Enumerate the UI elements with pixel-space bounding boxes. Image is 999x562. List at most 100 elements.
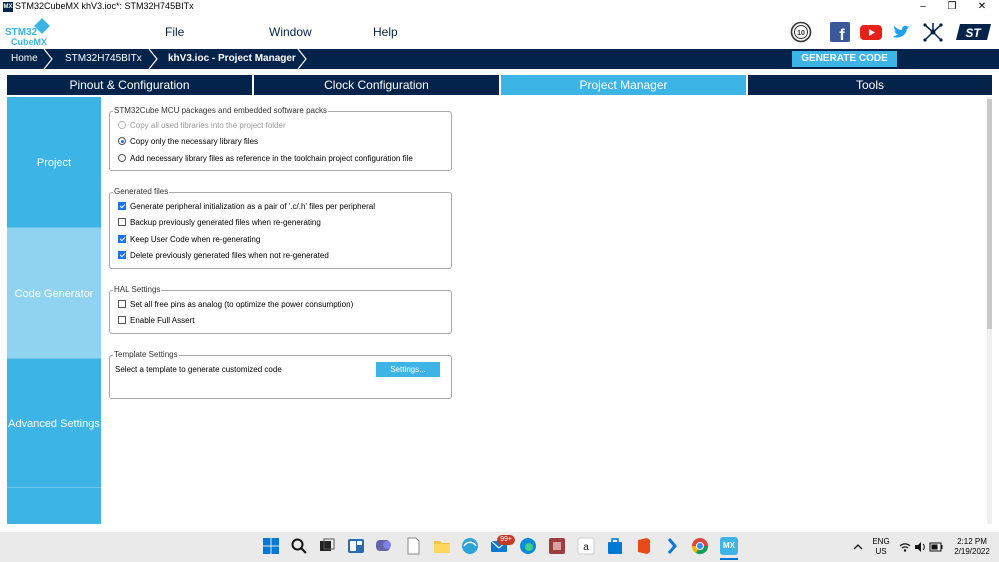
template-settings-button[interactable]: Settings... (376, 362, 440, 377)
checkbox-keep-user-code[interactable]: Keep User Code when re-generating (118, 235, 260, 244)
radio-icon[interactable] (118, 154, 126, 162)
option-add-as-reference[interactable]: Add necessary library files as reference… (118, 154, 413, 163)
anniversary-icon[interactable]: 10 (790, 21, 812, 43)
breadcrumb-project[interactable]: khV3.ioc - Project Manager (168, 49, 296, 69)
power-automate-icon[interactable] (663, 537, 681, 555)
generate-code-button[interactable]: GENERATE CODE (792, 51, 897, 67)
language-region[interactable]: US (870, 547, 892, 556)
svg-text:10: 10 (797, 30, 805, 37)
wifi-icon[interactable] (899, 541, 911, 553)
volume-icon[interactable] (914, 541, 926, 553)
chat-icon[interactable] (375, 537, 393, 555)
title-bar: MX STM32CubeMX khV3.ioc*: STM32H745BITx … (0, 0, 999, 14)
checkbox-label: Set all free pins as analog (to optimize… (130, 300, 354, 309)
file-explorer-icon[interactable] (433, 537, 451, 555)
sidebar: Project Code Generator Advanced Settings (7, 97, 101, 524)
task-view-icon[interactable] (318, 537, 336, 555)
chevron-right-icon (148, 49, 158, 69)
packages-group: STM32Cube MCU packages and embedded soft… (109, 106, 452, 171)
checkbox-label: Backup previously generated files when r… (130, 218, 321, 227)
sidebar-item-project[interactable]: Project (7, 157, 101, 169)
vertical-scrollbar[interactable] (987, 97, 992, 524)
template-settings-legend: Template Settings (113, 350, 179, 359)
tab-clock-configuration[interactable]: Clock Configuration (254, 75, 499, 95)
network-icon[interactable] (922, 21, 944, 43)
menu-file[interactable]: File (165, 25, 184, 39)
app-icon: MX (3, 2, 13, 12)
battery-icon[interactable] (929, 542, 943, 552)
office-icon[interactable] (634, 537, 652, 555)
scrollbar-thumb[interactable] (987, 99, 992, 329)
checkbox-free-pins-analog[interactable]: Set all free pins as analog (to optimize… (118, 300, 353, 309)
facebook-icon[interactable]: f (829, 21, 851, 44)
clock-date[interactable]: 2/19/2022 (950, 547, 994, 556)
checkbox-icon[interactable] (118, 316, 126, 324)
checkbox-icon[interactable] (118, 300, 126, 308)
sidebar-item-code-generator[interactable]: Code Generator (7, 288, 101, 300)
tab-tools[interactable]: Tools (748, 75, 992, 95)
maximize-button[interactable]: ❐ (937, 0, 967, 14)
store-icon[interactable] (606, 537, 624, 555)
cubemx-taskbar-icon[interactable]: MX (720, 537, 738, 555)
svg-text:f: f (839, 27, 845, 43)
checkbox-checked-icon[interactable] (118, 202, 126, 210)
taskbar: 99+ a MX ENG US 2:12 PM 2/19/2022 (0, 532, 999, 562)
option-label: Add necessary library files as reference… (130, 154, 413, 163)
cubemx-logo: STM32 CubeMX (5, 18, 51, 47)
minimize-button[interactable]: – (908, 0, 938, 14)
generated-files-group: Generated files Generate peripheral init… (109, 187, 452, 269)
option-label: Copy all used libraries into the project… (130, 121, 286, 130)
generated-files-legend: Generated files (113, 187, 170, 196)
checkbox-full-assert[interactable]: Enable Full Assert (118, 316, 194, 325)
logo-line2: CubeMX (11, 37, 47, 47)
radio-icon (118, 121, 126, 129)
chrome-icon[interactable] (691, 537, 709, 555)
youtube-icon[interactable] (860, 21, 882, 43)
template-description: Select a template to generate customized… (115, 365, 282, 374)
tab-project-manager[interactable]: Project Manager (501, 75, 746, 95)
photos-icon[interactable] (548, 537, 566, 555)
packages-legend: STM32Cube MCU packages and embedded soft… (113, 106, 328, 115)
option-copy-necessary-files[interactable]: Copy only the necessary library files (118, 137, 258, 146)
chevron-right-icon (297, 49, 307, 69)
option-copy-all-libraries: Copy all used libraries into the project… (118, 121, 286, 130)
language-code[interactable]: ENG (870, 537, 892, 546)
checkbox-checked-icon[interactable] (118, 235, 126, 243)
radio-selected-icon[interactable] (118, 137, 126, 145)
sidebar-item-advanced-settings[interactable]: Advanced Settings (7, 418, 101, 430)
checkbox-label: Enable Full Assert (130, 316, 195, 325)
twitter-icon[interactable] (891, 21, 913, 43)
windows-start-icon[interactable] (262, 537, 280, 555)
checkbox-label: Keep User Code when re-generating (130, 235, 261, 244)
chevron-right-icon (43, 49, 53, 69)
menu-window[interactable]: Window (269, 25, 312, 39)
checkbox-checked-icon[interactable] (118, 251, 126, 259)
st-logo-icon[interactable]: ST (954, 21, 992, 43)
menu-bar: STM32 CubeMX File Window Help 10 f ST (0, 14, 999, 49)
breadcrumb-mcu[interactable]: STM32H745BITx (65, 49, 142, 69)
tab-pinout-configuration[interactable]: Pinout & Configuration (7, 75, 252, 95)
close-button[interactable]: ✕ (967, 0, 997, 14)
svg-text:ST: ST (965, 26, 982, 40)
sidebar-divider (7, 487, 101, 488)
clock-time[interactable]: 2:12 PM (950, 537, 994, 546)
option-label: Copy only the necessary library files (130, 137, 259, 146)
amazon-icon[interactable]: a (577, 537, 595, 555)
checkbox-backup-generated[interactable]: Backup previously generated files when r… (118, 218, 321, 227)
edge-icon[interactable] (519, 537, 537, 555)
widgets-icon[interactable] (347, 537, 365, 555)
svg-text:a: a (583, 542, 589, 553)
checkbox-delete-generated[interactable]: Delete previously generated files when n… (118, 251, 329, 260)
breadcrumb-home[interactable]: Home (11, 49, 38, 69)
checkbox-generate-peripheral-pairs[interactable]: Generate peripheral initialization as a … (118, 202, 375, 211)
checkbox-icon[interactable] (118, 218, 126, 226)
browser-icon[interactable] (461, 537, 479, 555)
notepad-icon[interactable] (404, 537, 422, 555)
main-tabs: Pinout & Configuration Clock Configurati… (7, 75, 992, 95)
chevron-up-icon[interactable] (853, 542, 863, 552)
search-icon[interactable] (290, 537, 308, 555)
menu-help[interactable]: Help (373, 25, 398, 39)
mail-badge: 99+ (497, 535, 515, 545)
active-app-indicator (720, 558, 738, 560)
hal-settings-legend: HAL Settings (113, 285, 162, 294)
